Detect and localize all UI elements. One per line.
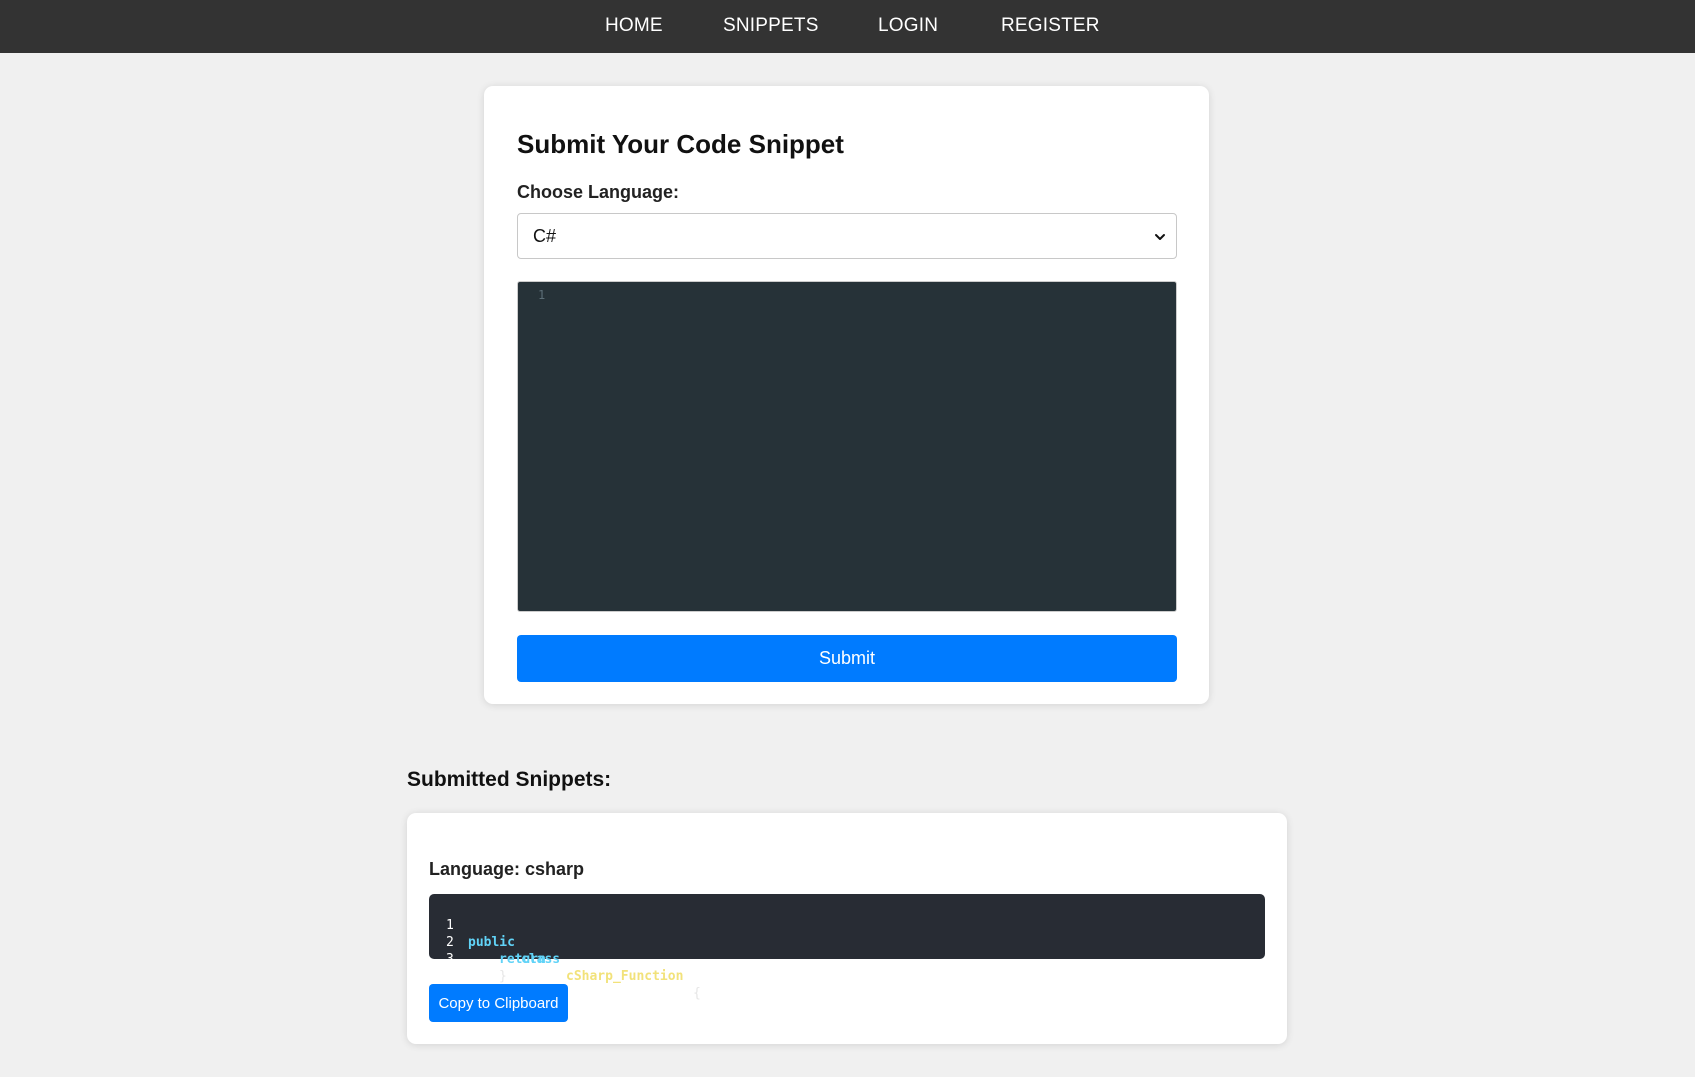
- code-token-class-name: cSharp_Function: [566, 969, 684, 984]
- copy-to-clipboard-button[interactable]: Copy to Clipboard: [429, 984, 568, 1022]
- chevron-down-icon: [1154, 230, 1166, 248]
- snippet-language: Language: csharp: [429, 859, 585, 879]
- code-line: 3 }: [429, 934, 507, 984]
- language-select[interactable]: C#: [517, 213, 1177, 259]
- code-editor[interactable]: 1: [517, 281, 1177, 612]
- submit-button[interactable]: Submit: [517, 635, 1177, 682]
- code-token-punctuation: {: [693, 986, 701, 1001]
- nav-link-snippets[interactable]: SNIPPETS: [723, 15, 819, 37]
- language-select-value: C#: [533, 226, 557, 246]
- nav-link-home[interactable]: HOME: [605, 15, 663, 37]
- form-title: Submit Your Code Snippet: [517, 129, 844, 159]
- language-label: Choose Language:: [517, 182, 680, 202]
- submitted-snippets-heading: Submitted Snippets:: [407, 768, 612, 791]
- code-token-keyword: return: [499, 952, 546, 967]
- code-line-number: 3: [446, 952, 454, 967]
- top-navbar: HOME SNIPPETS LOGIN REGISTER: [0, 0, 1695, 53]
- code-token-punctuation: }: [499, 969, 507, 984]
- submit-snippet-card: Submit Your Code Snippet Choose Language…: [484, 86, 1209, 704]
- code-line: 2 return: [429, 917, 546, 967]
- code-line: 1 public class cSharp_Function {: [429, 900, 701, 1001]
- snippet-card: Language: csharp 1 public class cSharp_F…: [407, 813, 1287, 1044]
- code-block: 1 public class cSharp_Function { 2 retur…: [429, 894, 1265, 1001]
- editor-line-number: 1: [538, 288, 546, 302]
- nav-link-register[interactable]: REGISTER: [1001, 15, 1100, 37]
- nav-link-login[interactable]: LOGIN: [878, 15, 938, 37]
